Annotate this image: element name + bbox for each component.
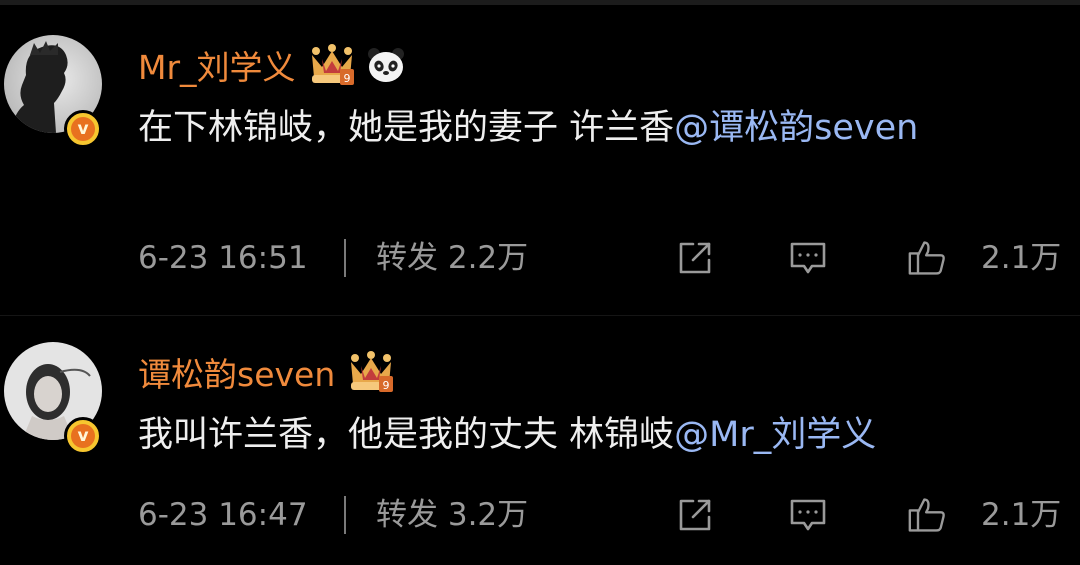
divider [0,315,1080,316]
comment-text: 在下林锦岐，她是我的妻子 许兰香@谭松韵seven [138,101,1038,155]
repost-label: 转发 [376,240,438,276]
action-bar: 6-23 16:51 转发 2.2万 2.1万 [138,233,1068,283]
verified-badge: v [64,110,102,148]
panda-icon [367,48,404,82]
comment-body: 我叫许兰香，他是我的丈夫 林锦岐 [138,415,675,455]
svg-text:9: 9 [343,72,350,85]
username-row: 谭松韵seven 9 [138,346,397,398]
timestamp: 6-23 16:51 [138,240,308,276]
like-count: 2.1万 [981,497,1062,533]
repost-label: 转发 [376,497,438,533]
username-row: Mr_刘学义 9 [138,39,406,91]
verified-badge: v [64,417,102,455]
crown-level-icon: 9 [311,44,354,85]
mention-link[interactable]: @Mr_刘学义 [674,415,876,455]
mention-link[interactable]: @谭松韵seven [674,108,918,148]
username[interactable]: 谭松韵seven [138,348,335,396]
comment-body: 在下林锦岐，她是我的妻子 许兰香 [138,108,675,148]
avatar[interactable]: v [4,35,104,148]
crown-level-icon: 9 [351,351,394,392]
repost-count: 3.2万 [447,497,529,533]
share-icon[interactable] [675,238,715,278]
repost-count: 2.2万 [447,240,529,276]
like-icon[interactable] [908,238,948,278]
comment-icon[interactable] [788,495,828,535]
share-icon[interactable] [675,495,715,535]
separator [344,239,346,277]
username[interactable]: Mr_刘学义 [138,41,296,89]
separator [344,496,346,534]
like-count: 2.1万 [981,240,1062,276]
like-icon[interactable] [908,495,948,535]
repost-button[interactable]: 转发 2.2万 [376,233,528,283]
repost-button[interactable]: 转发 3.2万 [376,490,528,540]
comment-icon[interactable] [788,238,828,278]
top-edge-bar [0,0,1080,5]
svg-text:9: 9 [383,379,390,392]
timestamp: 6-23 16:47 [138,497,308,533]
comment-text: 我叫许兰香，他是我的丈夫 林锦岐@Mr_刘学义 [138,408,1038,462]
avatar[interactable]: v [4,342,104,455]
action-bar: 6-23 16:47 转发 3.2万 2.1万 [138,490,1068,540]
